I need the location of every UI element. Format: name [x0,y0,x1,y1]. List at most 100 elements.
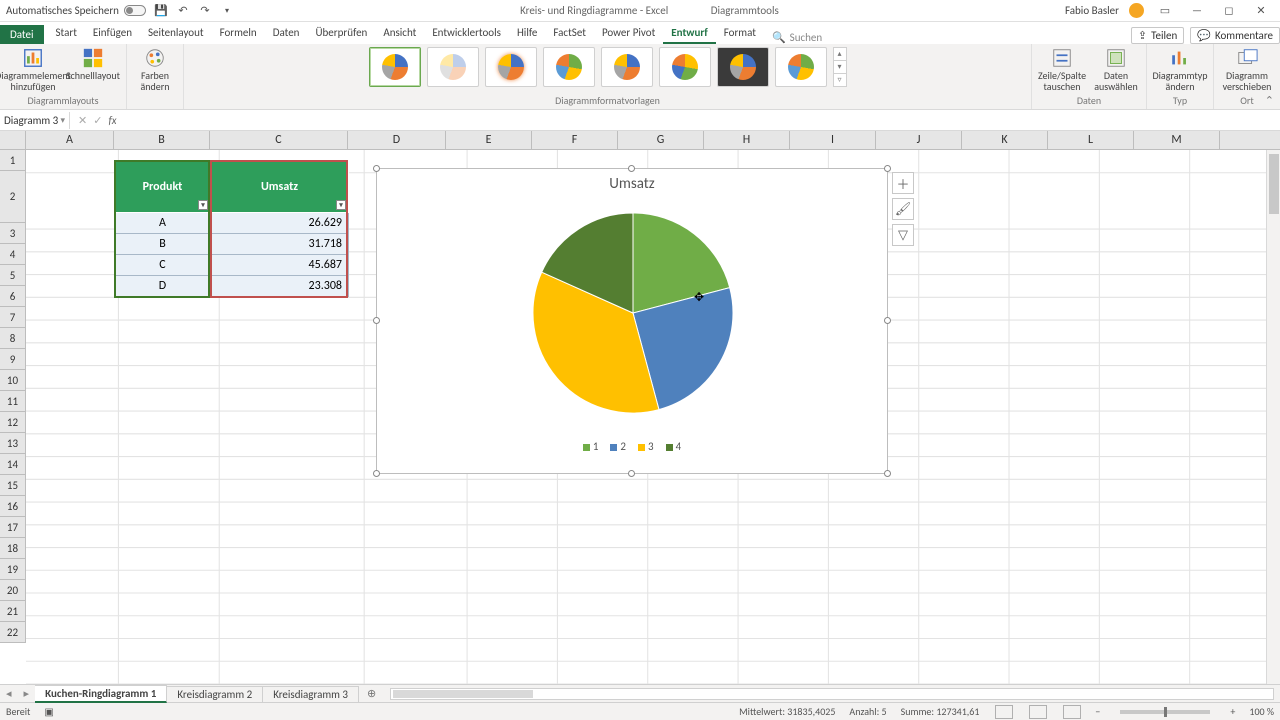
quick-layout-button[interactable]: Schnelllayout [66,47,120,82]
zoom-in-icon[interactable]: + [1230,705,1235,718]
undo-icon[interactable]: ↶ [176,4,190,18]
col-header[interactable]: E [446,131,532,149]
view-page-break-icon[interactable] [1063,705,1081,719]
table-row[interactable]: D23.308 [115,276,349,297]
chart-styles-gallery[interactable]: ▴▾▿ [369,47,847,93]
tab-factset[interactable]: FactSet [545,23,594,44]
add-sheet-icon[interactable]: ⊕ [359,687,384,700]
col-header[interactable]: G [618,131,704,149]
select-all-corner[interactable] [0,131,26,149]
switch-row-column-button[interactable]: Zeile/Spalte tauschen [1038,47,1086,92]
legend-item[interactable]: 4 [666,440,682,453]
col-header[interactable]: D [348,131,446,149]
chart-title[interactable]: Umsatz [377,175,887,193]
comments-button[interactable]: 💬Kommentare [1190,27,1280,44]
row-headers[interactable]: 12345678910111213141516171819202122 [0,150,26,643]
change-chart-type-button[interactable]: Diagrammtyp ändern [1153,47,1207,92]
autosave-toggle[interactable]: Automatisches Speichern [6,4,146,17]
chart-style-7[interactable] [717,47,769,87]
tab-ansicht[interactable]: Ansicht [375,23,424,44]
chart-styles-button[interactable]: 🖌 [892,198,914,220]
chart-style-1[interactable] [369,47,421,87]
column-headers[interactable]: ABCDEFGHIJKLM [0,131,1280,150]
chart-legend[interactable]: 1234 [377,440,887,453]
minimize-icon[interactable]: — [1186,4,1208,17]
chart-filter-button[interactable]: ▽ [892,224,914,246]
col-header[interactable]: F [532,131,618,149]
collapse-ribbon-icon[interactable]: ⌃ [1265,94,1274,107]
row-header[interactable]: 13 [0,433,26,454]
legend-item[interactable]: 3 [638,440,654,453]
chart-style-6[interactable] [659,47,711,87]
tab-format[interactable]: Format [716,23,764,44]
row-header[interactable]: 2 [0,171,26,223]
ribbon-options-icon[interactable]: ▭ [1154,4,1176,17]
table-row[interactable]: B31.718 [115,234,349,255]
sheet-tab-active[interactable]: Kuchen-Ringdiagramm 1 [35,685,167,703]
change-colors-button[interactable]: Farben ändern [133,47,177,92]
table-row[interactable]: C45.687 [115,255,349,276]
col-header[interactable]: I [790,131,876,149]
maximize-icon[interactable]: ◻ [1218,4,1240,17]
row-header[interactable]: 17 [0,517,26,538]
redo-icon[interactable]: ↷ [198,4,212,18]
tab-daten[interactable]: Daten [265,23,308,44]
col-header[interactable]: J [876,131,962,149]
row-header[interactable]: 15 [0,475,26,496]
col-header[interactable]: B [114,131,210,149]
row-header[interactable]: 22 [0,622,26,643]
tab-start[interactable]: Start [48,23,85,44]
row-header[interactable]: 9 [0,349,26,370]
tab-einfügen[interactable]: Einfügen [85,23,140,44]
close-icon[interactable]: ✕ [1250,4,1272,17]
record-macro-icon[interactable]: ▣ [44,705,53,718]
row-header[interactable]: 12 [0,412,26,433]
tab-power pivot[interactable]: Power Pivot [594,23,663,44]
row-header[interactable]: 10 [0,370,26,391]
share-button[interactable]: ⇪Teilen [1131,27,1184,44]
legend-item[interactable]: 1 [583,440,599,453]
view-normal-icon[interactable] [995,705,1013,719]
sheet-tab[interactable]: Kreisdiagramm 2 [167,686,263,702]
row-header[interactable]: 20 [0,580,26,601]
col-header[interactable]: C [210,131,348,149]
chart-elements-button[interactable]: ＋ [892,172,914,194]
chart-style-3[interactable] [485,47,537,87]
chart-style-4[interactable] [543,47,595,87]
formula-input[interactable] [125,118,1280,122]
qat-customize-icon[interactable]: ▾ [220,4,234,18]
cancel-formula-icon[interactable]: ✕ [78,114,87,127]
col-header[interactable]: A [26,131,114,149]
col-header[interactable]: L [1048,131,1134,149]
row-header[interactable]: 18 [0,538,26,559]
save-icon[interactable]: 💾 [154,4,168,18]
horizontal-scrollbar[interactable] [390,688,1274,700]
sheet-nav-next-icon[interactable]: ▸ [18,687,36,700]
sheet-nav-prev-icon[interactable]: ◂ [0,687,18,700]
row-header[interactable]: 11 [0,391,26,412]
chart-style-5[interactable] [601,47,653,87]
name-box[interactable]: Diagramm 3▾ [0,112,70,129]
col-header[interactable]: H [704,131,790,149]
cells-area[interactable]: Produkt▾ Umsatz▾ A26.629B31.718C45.687D2… [26,150,1280,684]
zoom-level[interactable]: 100 % [1249,705,1274,718]
table-row[interactable]: A26.629 [115,213,349,234]
filter-icon[interactable]: ▾ [198,200,208,210]
ribbon-search[interactable]: 🔍 Suchen [764,31,830,44]
accept-formula-icon[interactable]: ✓ [93,114,102,127]
add-chart-element-button[interactable]: Diagrammelement hinzufügen [6,47,60,92]
row-header[interactable]: 6 [0,286,26,307]
row-header[interactable]: 5 [0,265,26,286]
view-page-layout-icon[interactable] [1029,705,1047,719]
legend-item[interactable]: 2 [610,440,626,453]
tab-seitenlayout[interactable]: Seitenlayout [140,23,212,44]
tab-entwurf[interactable]: Entwurf [663,23,715,44]
row-header[interactable]: 16 [0,496,26,517]
pie-plot[interactable] [377,193,889,429]
user-avatar-icon[interactable] [1129,3,1144,18]
tab-formeln[interactable]: Formeln [212,23,265,44]
row-header[interactable]: 21 [0,601,26,622]
tab-hilfe[interactable]: Hilfe [509,23,545,44]
tab-file[interactable]: Datei [0,25,44,44]
chart-style-8[interactable] [775,47,827,87]
